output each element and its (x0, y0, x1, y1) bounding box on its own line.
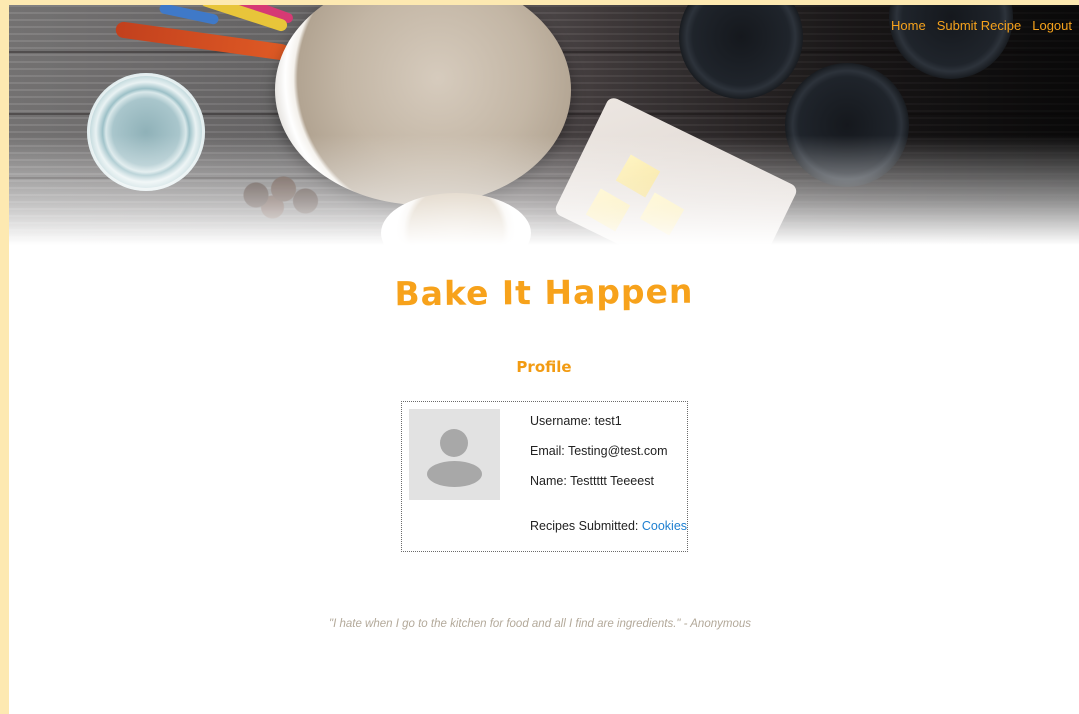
page: Home Submit Recipe Logout Bake It Happen… (9, 5, 1079, 714)
email-label: Email: (530, 444, 565, 458)
name-row: Name: Testtttt Teeeest (530, 474, 654, 488)
top-nav: Home Submit Recipe Logout (880, 18, 1072, 33)
username-label: Username: (530, 414, 592, 428)
name-value: Testtttt Teeeest (570, 474, 654, 488)
hero-fade (9, 135, 1079, 245)
username-row: Username: test1 (530, 414, 622, 428)
recipes-label: Recipes Submitted: (530, 519, 639, 533)
name-label: Name: (530, 474, 567, 488)
user-placeholder-icon (409, 409, 500, 500)
avatar-head (440, 429, 468, 457)
nav-submit-recipe-link[interactable]: Submit Recipe (937, 18, 1022, 33)
recipe-link-cookies[interactable]: Cookies (642, 519, 687, 533)
avatar-body (427, 461, 482, 487)
site-title: Bake It Happen (394, 271, 694, 314)
recipes-row: Recipes Submitted: Cookies (530, 519, 687, 533)
measuring-spoon (114, 20, 291, 62)
email-value: Testing@test.com (567, 444, 668, 458)
profile-card: Username: test1 Email: Testing@test.com … (401, 401, 688, 552)
email-row: Email: Testing@test.com (530, 444, 668, 458)
nav-home-link[interactable]: Home (891, 18, 926, 33)
profile-heading: Profile (516, 358, 572, 376)
hero-banner: Home Submit Recipe Logout (9, 5, 1079, 245)
username-value: test1 (594, 414, 622, 428)
nav-logout-link[interactable]: Logout (1032, 18, 1072, 33)
footer-quote: "I hate when I go to the kitchen for foo… (329, 618, 751, 630)
